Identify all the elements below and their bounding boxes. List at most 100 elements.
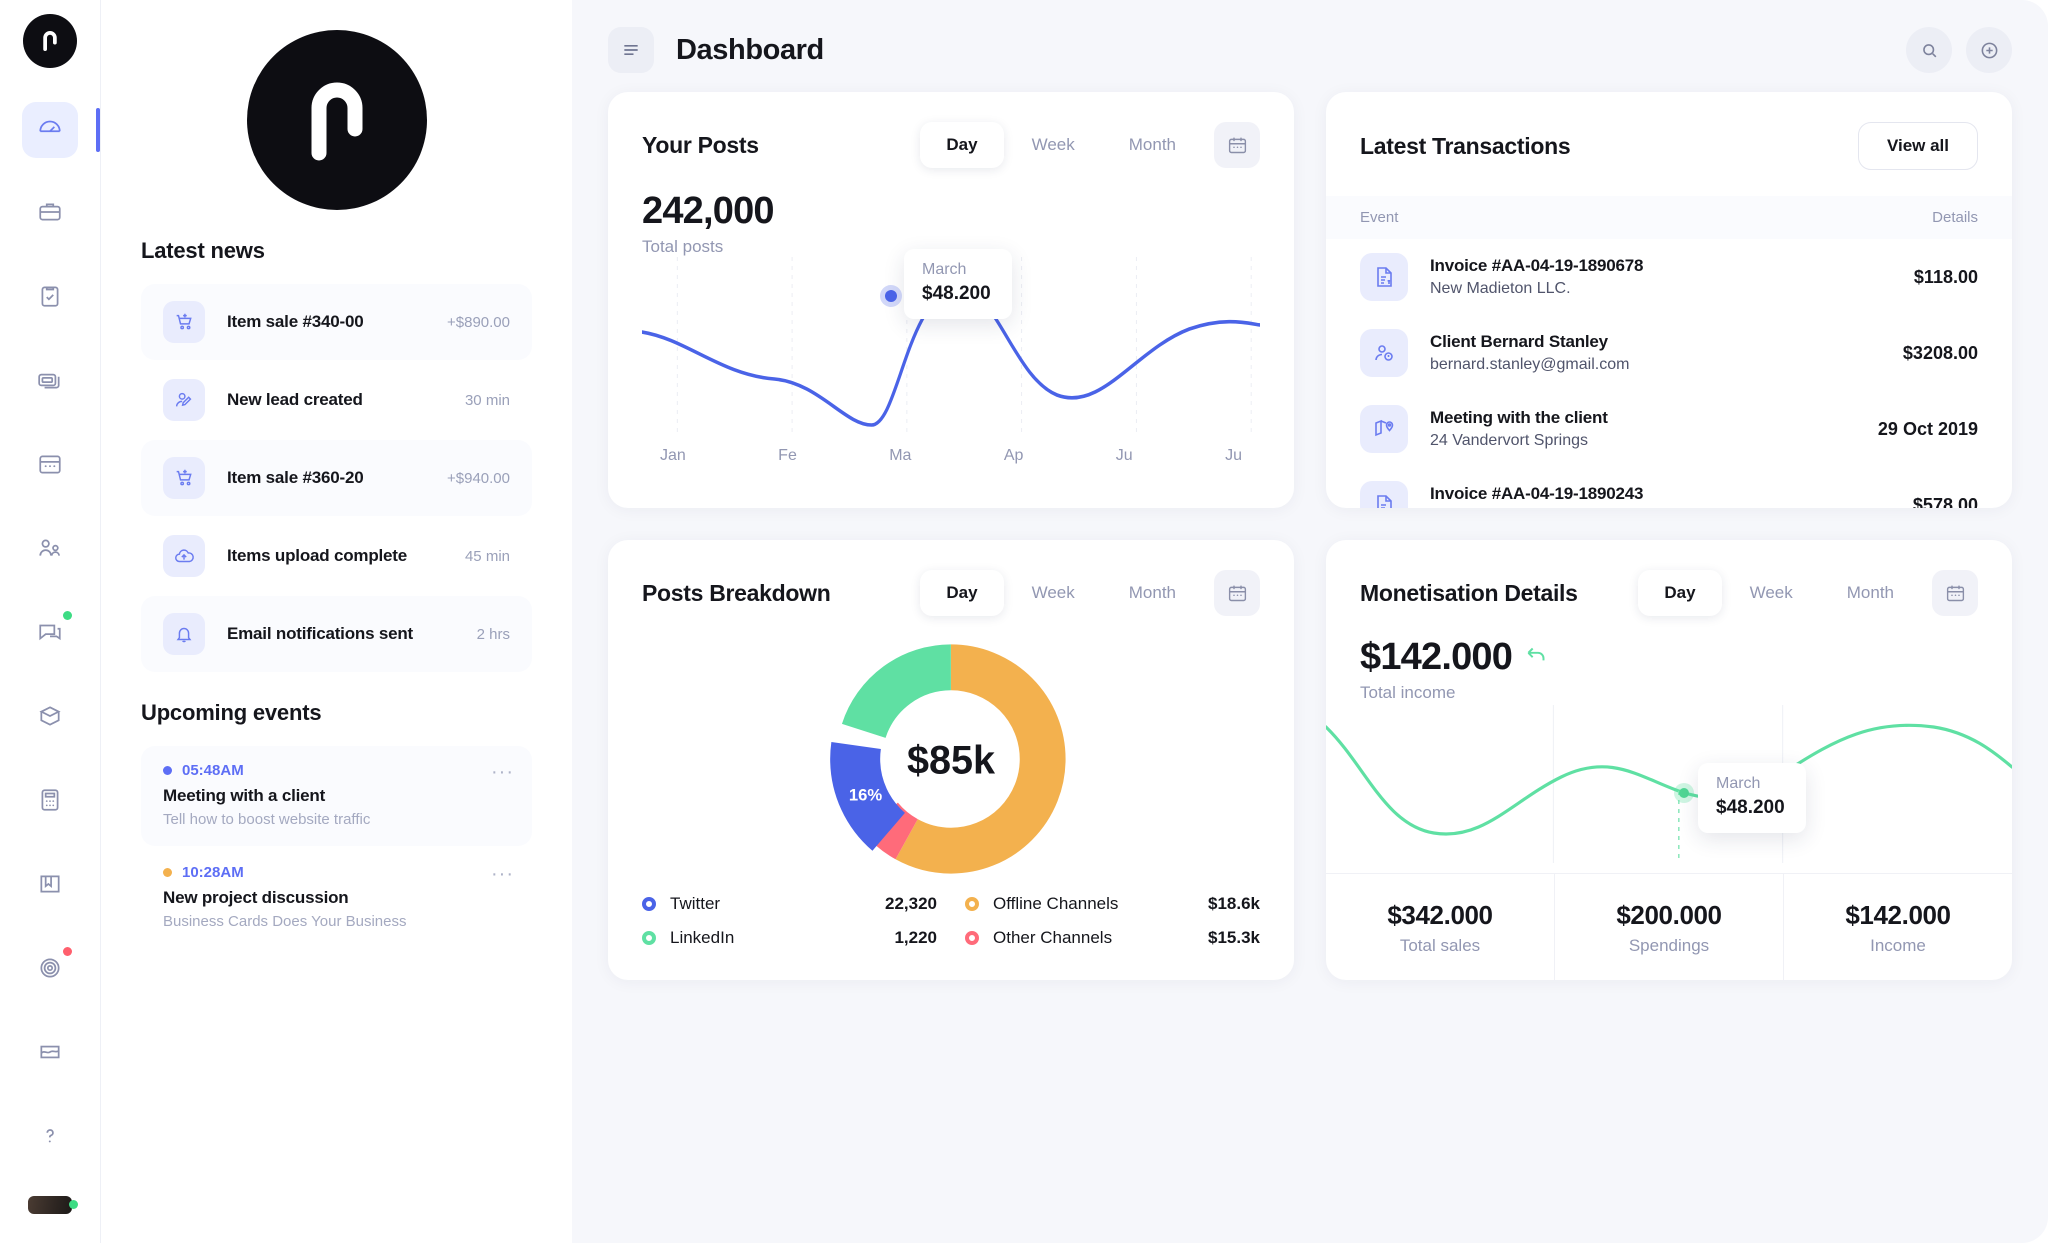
transaction-amount: 29 Oct 2019	[1877, 418, 1978, 439]
event-subtitle: Business Cards Does Your Business	[163, 913, 407, 930]
tooltip-value: $48.200	[922, 283, 991, 304]
monetisation-stats: $342.000 Total sales $200.000 Spendings $142…	[1326, 873, 2012, 980]
news-item[interactable]: Item sale #360-20 +$940.00	[141, 440, 532, 516]
stat-label: Spendings	[1628, 936, 1710, 955]
event-item[interactable]: ··· 05:48AM Meeting with a client Tell how …	[141, 746, 532, 846]
news-item-label: Item sale #360-20	[227, 468, 364, 487]
tab-week[interactable]: Week	[1724, 570, 1819, 616]
monetisation-range-tabs: Day Week Month	[1638, 570, 1978, 616]
hamburger-icon[interactable]	[608, 27, 654, 73]
table-row[interactable]: Client Bernard Stanley bernard.stanley@gm…	[1326, 315, 2012, 391]
invoice-icon	[1360, 253, 1408, 301]
dashboard-grid: Your Posts Day Week Month 242,000 Total …	[608, 92, 2012, 980]
latest-news-title: Latest news	[141, 238, 265, 263]
latest-transactions-card: Latest Transactions View all Event Detai…	[1326, 92, 2012, 508]
legend-item[interactable]: LinkedIn 1,220	[642, 928, 937, 948]
legend-item[interactable]: Other Channels $15.3k	[965, 928, 1260, 948]
transaction-title: Invoice #AA-04-19-1890678	[1430, 256, 1644, 275]
news-item-meta: 45 min	[464, 547, 510, 565]
tab-month[interactable]: Month	[1103, 122, 1202, 168]
rail-item-cards[interactable]	[22, 354, 78, 410]
calendar-icon[interactable]	[1214, 570, 1260, 616]
calendar-icon[interactable]	[1214, 122, 1260, 168]
rail-item-reports[interactable]	[22, 774, 78, 830]
rail-item-help[interactable]	[22, 1110, 78, 1166]
avatar[interactable]	[28, 1196, 78, 1214]
news-item-meta: +$940.00	[447, 469, 510, 487]
users-icon	[37, 535, 63, 566]
news-item[interactable]: Items upload complete 45 min	[141, 518, 532, 594]
event-more-icon[interactable]: ···	[491, 864, 514, 884]
tab-day[interactable]: Day	[1638, 570, 1722, 616]
legend-item[interactable]: Offline Channels $18.6k	[965, 894, 1260, 914]
news-item-label: Items upload complete	[227, 546, 408, 565]
plus-circle-icon[interactable]	[1966, 27, 2012, 73]
total-posts-value: 242,000	[642, 190, 775, 232]
rail-item-dashboard[interactable]	[22, 102, 100, 158]
calendar-icon[interactable]	[1932, 570, 1978, 616]
folder-icon	[37, 871, 63, 902]
transactions-column-headers: Event Details	[1326, 196, 2012, 239]
rail-item-messages[interactable]	[22, 606, 78, 662]
tab-day[interactable]: Day	[920, 122, 1004, 168]
legend-color-dot	[965, 931, 979, 945]
calendar-icon	[37, 451, 63, 482]
event-item[interactable]: ··· 10:28AM New project discussion Business…	[141, 848, 532, 948]
table-row[interactable]: Invoice #AA-04-19-1890678 New Madieton LL…	[1326, 239, 2012, 315]
tab-week[interactable]: Week	[1006, 122, 1101, 168]
tab-month[interactable]: Month	[1103, 570, 1202, 616]
profile-avatar[interactable]	[246, 30, 427, 210]
event-title: Meeting with a client	[163, 786, 326, 805]
rail-item-analytics[interactable]	[22, 1026, 78, 1082]
cart-plus-icon	[163, 457, 205, 499]
x-tick-label: Ju	[1115, 447, 1133, 464]
legend-value: 22,320	[885, 894, 937, 913]
brand-logo[interactable]	[23, 14, 77, 68]
column-event: Event	[1360, 209, 1399, 226]
your-posts-chart: March $48.200	[608, 249, 1294, 437]
tab-week[interactable]: Week	[1006, 570, 1101, 616]
rail-item-targets[interactable]	[22, 942, 78, 998]
rail-item-calendar[interactable]	[22, 438, 78, 494]
tooltip-label: March	[1716, 775, 1761, 792]
stat-label: Total sales	[1399, 936, 1481, 955]
calculator-icon	[37, 787, 63, 818]
table-row[interactable]: Invoice #AA-04-19-1890243Tyriquemouth LL…	[1326, 467, 2012, 508]
news-item[interactable]: New lead created 30 min	[141, 362, 532, 438]
rail-item-contacts[interactable]	[22, 522, 78, 578]
rail-item-files[interactable]	[22, 858, 78, 914]
news-item[interactable]: Email notifications sent 2 hrs	[141, 596, 532, 672]
news-item-label: Item sale #340-00	[227, 312, 364, 331]
posts-chart-x-axis: Jan Fe Ma Ap Ju Ju	[608, 437, 1294, 491]
rail-item-briefcase[interactable]	[22, 186, 78, 242]
view-all-button[interactable]: View all	[1857, 122, 1978, 170]
event-subtitle: Tell how to boost website traffic	[163, 811, 371, 828]
stat-value: $142.000	[1845, 900, 1951, 930]
legend-value: 1,220	[894, 928, 937, 947]
column-details: Details	[1932, 209, 1978, 226]
donut-center-value: $85k	[907, 739, 996, 783]
bell-icon	[163, 613, 205, 655]
search-icon[interactable]	[1906, 27, 1952, 73]
legend-item[interactable]: Twitter 22,320	[642, 894, 937, 914]
messages-badge	[63, 611, 72, 620]
transactions-title: Latest Transactions	[1360, 132, 1571, 159]
event-more-icon[interactable]: ···	[491, 762, 514, 782]
x-tick-label: Jan	[660, 447, 686, 464]
tab-month[interactable]: Month	[1821, 570, 1920, 616]
donut-chart-svg: $85k 16%	[830, 638, 1072, 880]
table-row[interactable]: Meeting with the client 24 Vandervort Spr…	[1326, 391, 2012, 467]
monetisation-total-block: $142.000 Total income	[1326, 616, 2012, 703]
upcoming-events-list: ··· 05:48AM Meeting with a client Tell how …	[141, 746, 532, 948]
upcoming-events-title: Upcoming events	[141, 700, 322, 725]
rail-item-products[interactable]	[22, 690, 78, 746]
rail-item-tasks[interactable]	[22, 270, 78, 326]
legend-value: $18.6k	[1208, 894, 1260, 913]
legend-label: Offline Channels	[993, 894, 1119, 913]
tab-day[interactable]: Day	[920, 570, 1004, 616]
monetisation-details-card: Monetisation Details Day Week Month $142…	[1326, 540, 2012, 980]
topbar: Dashboard	[608, 18, 2012, 82]
news-item[interactable]: Item sale #340-00 +$890.00	[141, 284, 532, 360]
your-posts-range-tabs: Day Week Month	[920, 122, 1260, 168]
your-posts-total-block: 242,000 Total posts	[608, 168, 1294, 257]
